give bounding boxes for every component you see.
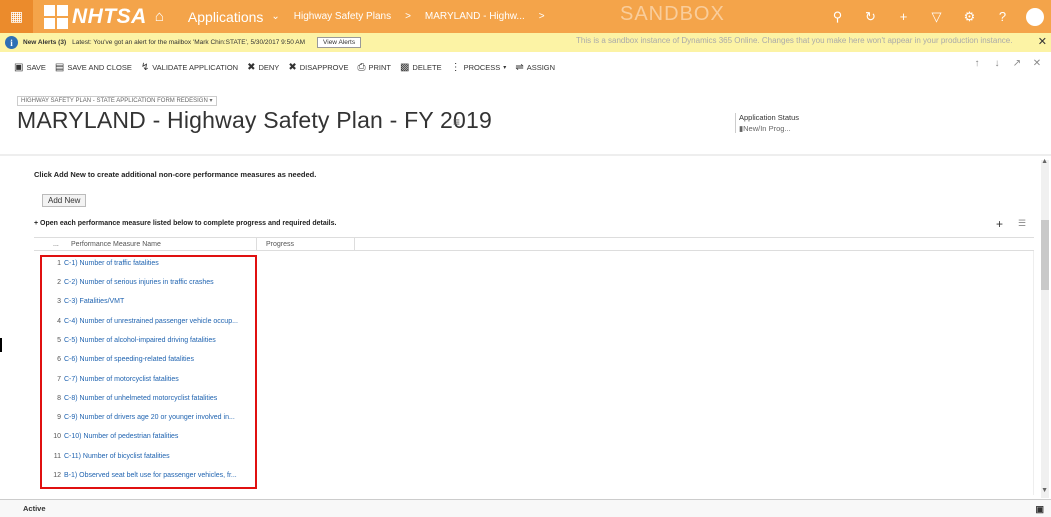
- search-icon[interactable]: ⚲: [821, 9, 854, 25]
- record-status: Active: [23, 504, 46, 513]
- scrollbar[interactable]: [1041, 160, 1049, 498]
- view-alerts-button[interactable]: View Alerts: [317, 37, 362, 48]
- status-label: Application Status: [739, 113, 800, 122]
- help-icon[interactable]: ?: [986, 9, 1019, 24]
- gear-icon[interactable]: ⚙: [953, 9, 986, 25]
- command-bar: ▣ SAVE ▤ SAVE AND CLOSE ↯ VALIDATE APPLICAT…: [0, 57, 1051, 77]
- grid-border: [1033, 251, 1034, 495]
- top-nav-bar: ▦ NHTSA ⌂ Applications ⌄ Highway Safety …: [0, 0, 1051, 33]
- scroll-down-icon[interactable]: ▼: [1041, 487, 1048, 494]
- column-header-name[interactable]: Performance Measure Name: [71, 241, 161, 248]
- save-button[interactable]: ▣ SAVE: [14, 62, 46, 73]
- scroll-up-icon[interactable]: ▲: [1041, 158, 1048, 165]
- alert-message: Latest: You've got an alert for the mail…: [72, 39, 306, 46]
- grid-header: ... Performance Measure Name Progress: [34, 237, 1034, 251]
- grid-add-icon[interactable]: +: [996, 217, 1003, 231]
- page-title: MARYLAND - Highway Safety Plan - FY 2019: [17, 107, 493, 133]
- print-button[interactable]: ⎙ PRINT: [357, 62, 391, 73]
- column-header-progress[interactable]: Progress: [266, 241, 294, 248]
- save-and-close-button[interactable]: ▤ SAVE AND CLOSE: [55, 62, 132, 73]
- deny-button[interactable]: ✖ DENY: [247, 62, 279, 73]
- trash-icon: ▩: [399, 61, 410, 73]
- row-select-icon[interactable]: ...: [53, 241, 59, 248]
- status-value: ▮New/In Prog...: [739, 124, 799, 133]
- title-menu-icon[interactable]: ≡: [453, 115, 460, 129]
- app-launcher-icon[interactable]: ▦: [0, 0, 33, 33]
- grid-instruction: + Open each performance measure listed b…: [34, 220, 336, 227]
- add-new-instruction: Click Add New to create additional non-c…: [34, 170, 317, 179]
- disapprove-button[interactable]: ✖ DISAPPROVE: [288, 62, 348, 73]
- validate-application-button[interactable]: ↯ VALIDATE APPLICATION: [141, 62, 238, 73]
- deny-label: DENY: [258, 62, 280, 72]
- grid-instruction-text: Open each performance measure listed bel…: [40, 220, 337, 227]
- breadcrumb-highway-safety-plans[interactable]: Highway Safety Plans: [294, 11, 391, 22]
- process-button[interactable]: ⋮ PROCESS ▾: [451, 62, 507, 73]
- home-icon[interactable]: ⌂: [155, 8, 164, 25]
- process-icon: ⋮: [450, 61, 461, 73]
- chevron-down-icon[interactable]: ⌄: [271, 11, 279, 22]
- form-selector-label: HIGHWAY SAFETY PLAN - STATE APPLICATION …: [21, 98, 208, 104]
- top-icons: ⚲ ↻ + ▽ ⚙ ?: [821, 0, 1051, 33]
- scrollbar-thumb[interactable]: [1041, 220, 1049, 290]
- grid-view-icon[interactable]: ☰: [1018, 218, 1026, 229]
- add-new-button[interactable]: Add New: [42, 194, 87, 207]
- process-label: PROCESS: [463, 62, 501, 72]
- validate-icon: ↯: [140, 61, 150, 73]
- logo-text: NHTSA: [72, 4, 147, 28]
- save-and-close-label: SAVE AND CLOSE: [67, 62, 132, 72]
- x-icon: ✖: [247, 61, 256, 73]
- close-icon[interactable]: ✕: [1038, 35, 1047, 48]
- print-label: PRINT: [368, 62, 391, 72]
- record-nav: ↑ ↓ ↗ ✕: [967, 58, 1047, 69]
- logo-mark: [44, 4, 68, 29]
- disapprove-label: DISAPPROVE: [299, 62, 349, 72]
- delete-label: DELETE: [412, 62, 442, 72]
- breadcrumb-current-record[interactable]: MARYLAND - Highw...: [425, 11, 525, 22]
- info-icon: i: [5, 36, 18, 49]
- form-selector[interactable]: HIGHWAY SAFETY PLAN - STATE APPLICATION …: [17, 96, 217, 106]
- edge-marker: [0, 338, 2, 352]
- applications-menu[interactable]: Applications: [188, 9, 264, 25]
- sandbox-label: SANDBOX: [620, 3, 725, 25]
- status-value-text: New/In Prog...: [743, 124, 791, 133]
- save-close-icon: ▤: [54, 61, 65, 73]
- floppy-icon[interactable]: ▣: [1035, 504, 1044, 515]
- assign-button[interactable]: ⇌ ASSIGN: [515, 62, 555, 73]
- save-label: SAVE: [26, 62, 46, 72]
- column-separator: [354, 238, 355, 251]
- divider: [0, 154, 1051, 156]
- close-icon[interactable]: ✕: [1027, 58, 1047, 69]
- assign-icon: ⇌: [515, 61, 524, 73]
- floppy-icon: ▣: [14, 61, 24, 73]
- chevron-down-icon: ▾: [503, 64, 507, 71]
- alert-bar: i New Alerts (3) Latest: You've got an a…: [0, 33, 1051, 52]
- column-separator: [256, 238, 257, 251]
- highlight-box: [40, 255, 257, 489]
- printer-icon: ⎙: [357, 61, 366, 73]
- breadcrumb-chevron-icon[interactable]: >: [539, 11, 545, 22]
- plus-icon[interactable]: +: [887, 9, 920, 24]
- application-status: Application Status ▮New/In Prog...: [735, 113, 799, 133]
- delete-button[interactable]: ▩ DELETE: [400, 62, 442, 73]
- x-icon: ✖: [288, 61, 297, 73]
- alert-title: New Alerts (3): [23, 39, 67, 46]
- chevron-down-icon: ▾: [209, 98, 213, 104]
- filter-icon[interactable]: ▽: [920, 9, 953, 25]
- validate-label: VALIDATE APPLICATION: [152, 62, 239, 72]
- avatar[interactable]: [1026, 7, 1044, 26]
- history-icon[interactable]: ↻: [854, 9, 887, 25]
- arrow-down-icon[interactable]: ↓: [987, 58, 1007, 69]
- arrow-up-icon[interactable]: ↑: [967, 58, 987, 69]
- nhtsa-logo[interactable]: NHTSA: [44, 4, 147, 29]
- breadcrumb-separator-icon: >: [405, 11, 411, 22]
- assign-label: ASSIGN: [526, 62, 556, 72]
- expand-icon[interactable]: ↗: [1007, 58, 1027, 69]
- status-footer: Active ▣: [0, 499, 1051, 517]
- sandbox-notice: This is a sandbox instance of Dynamics 3…: [576, 36, 1013, 45]
